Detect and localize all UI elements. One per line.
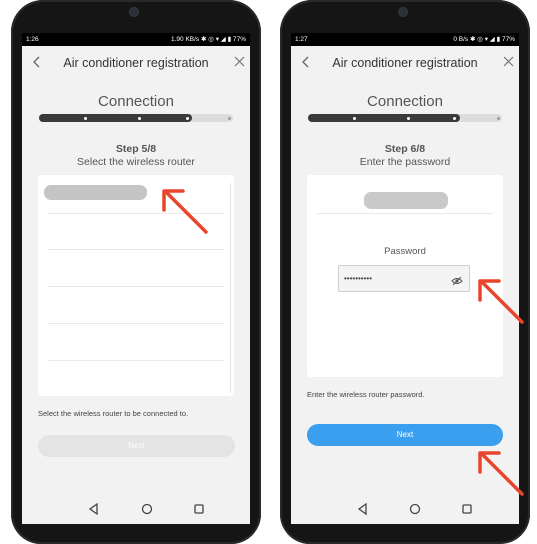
triangle-back-icon[interactable] bbox=[356, 502, 370, 516]
eye-slash-icon[interactable] bbox=[451, 273, 463, 286]
progress-dot bbox=[353, 116, 356, 120]
screen-left: 1:26 1.90 KB/s ✱ ◎ ▾ ◢ ▮ 77% Air conditi… bbox=[22, 33, 250, 524]
title-bar: Air conditioner registration bbox=[22, 46, 250, 80]
scrollbar[interactable] bbox=[230, 183, 231, 393]
step-number: Step 5/8 bbox=[115, 143, 157, 155]
progress-dot bbox=[407, 116, 410, 120]
close-icon[interactable] bbox=[232, 53, 246, 71]
divider bbox=[317, 213, 493, 214]
next-button[interactable]: Next bbox=[38, 435, 235, 457]
square-recent-icon[interactable] bbox=[192, 502, 206, 516]
step-number: Step 6/8 bbox=[384, 143, 426, 155]
divider bbox=[48, 323, 224, 324]
password-label: Password bbox=[384, 246, 426, 257]
square-recent-icon[interactable] bbox=[460, 502, 474, 516]
status-bar: 1:26 1.90 KB/s ✱ ◎ ▾ ◢ ▮ 77% bbox=[22, 33, 250, 46]
front-camera bbox=[399, 8, 407, 16]
section-title: Connection bbox=[98, 93, 174, 110]
annotation-arrow-icon bbox=[162, 189, 208, 234]
divider bbox=[48, 249, 224, 250]
phone-left: 1:26 1.90 KB/s ✱ ◎ ▾ ◢ ▮ 77% Air conditi… bbox=[11, 0, 261, 544]
android-nav-bar bbox=[291, 494, 519, 524]
step-description: Enter the password bbox=[359, 156, 451, 168]
android-nav-bar bbox=[22, 494, 250, 524]
progress-dot bbox=[186, 116, 189, 120]
triangle-back-icon[interactable] bbox=[87, 502, 101, 516]
section-title: Connection bbox=[367, 93, 443, 110]
progress-dot bbox=[497, 116, 500, 120]
progress-dot bbox=[84, 116, 87, 120]
divider bbox=[48, 286, 224, 287]
step-description: Select the wireless router bbox=[77, 156, 195, 168]
annotation-arrow-icon bbox=[478, 451, 524, 496]
title-bar: Air conditioner registration bbox=[291, 46, 519, 80]
status-indicators: 0 B/s ✱ ◎ ▾ ◢ ▮ 77% bbox=[453, 36, 515, 43]
progress-dot bbox=[228, 116, 231, 120]
hint-text: Select the wireless router to be connect… bbox=[38, 409, 189, 418]
progress-dot bbox=[138, 116, 141, 120]
router-item-redacted[interactable] bbox=[44, 185, 147, 200]
status-time: 1:27 bbox=[295, 36, 308, 43]
close-icon[interactable] bbox=[501, 53, 515, 71]
next-button[interactable]: Next bbox=[307, 424, 503, 446]
status-time: 1:26 bbox=[26, 36, 39, 43]
page-title: Air conditioner registration bbox=[63, 56, 209, 70]
progress-bar bbox=[308, 114, 502, 122]
circle-home-icon[interactable] bbox=[408, 502, 422, 516]
progress-bar bbox=[39, 114, 233, 122]
router-name-redacted bbox=[364, 192, 448, 209]
progress-dot bbox=[453, 116, 456, 120]
front-camera bbox=[130, 8, 138, 16]
divider bbox=[48, 360, 224, 361]
page-title: Air conditioner registration bbox=[332, 56, 478, 70]
status-indicators: 1.90 KB/s ✱ ◎ ▾ ◢ ▮ 77% bbox=[171, 36, 246, 43]
progress-fill bbox=[308, 114, 460, 122]
circle-home-icon[interactable] bbox=[140, 502, 154, 516]
progress-fill bbox=[39, 114, 192, 122]
status-bar: 1:27 0 B/s ✱ ◎ ▾ ◢ ▮ 77% bbox=[291, 33, 519, 46]
hint-text: Enter the wireless router password. bbox=[307, 390, 425, 399]
annotation-arrow-icon bbox=[478, 279, 524, 324]
